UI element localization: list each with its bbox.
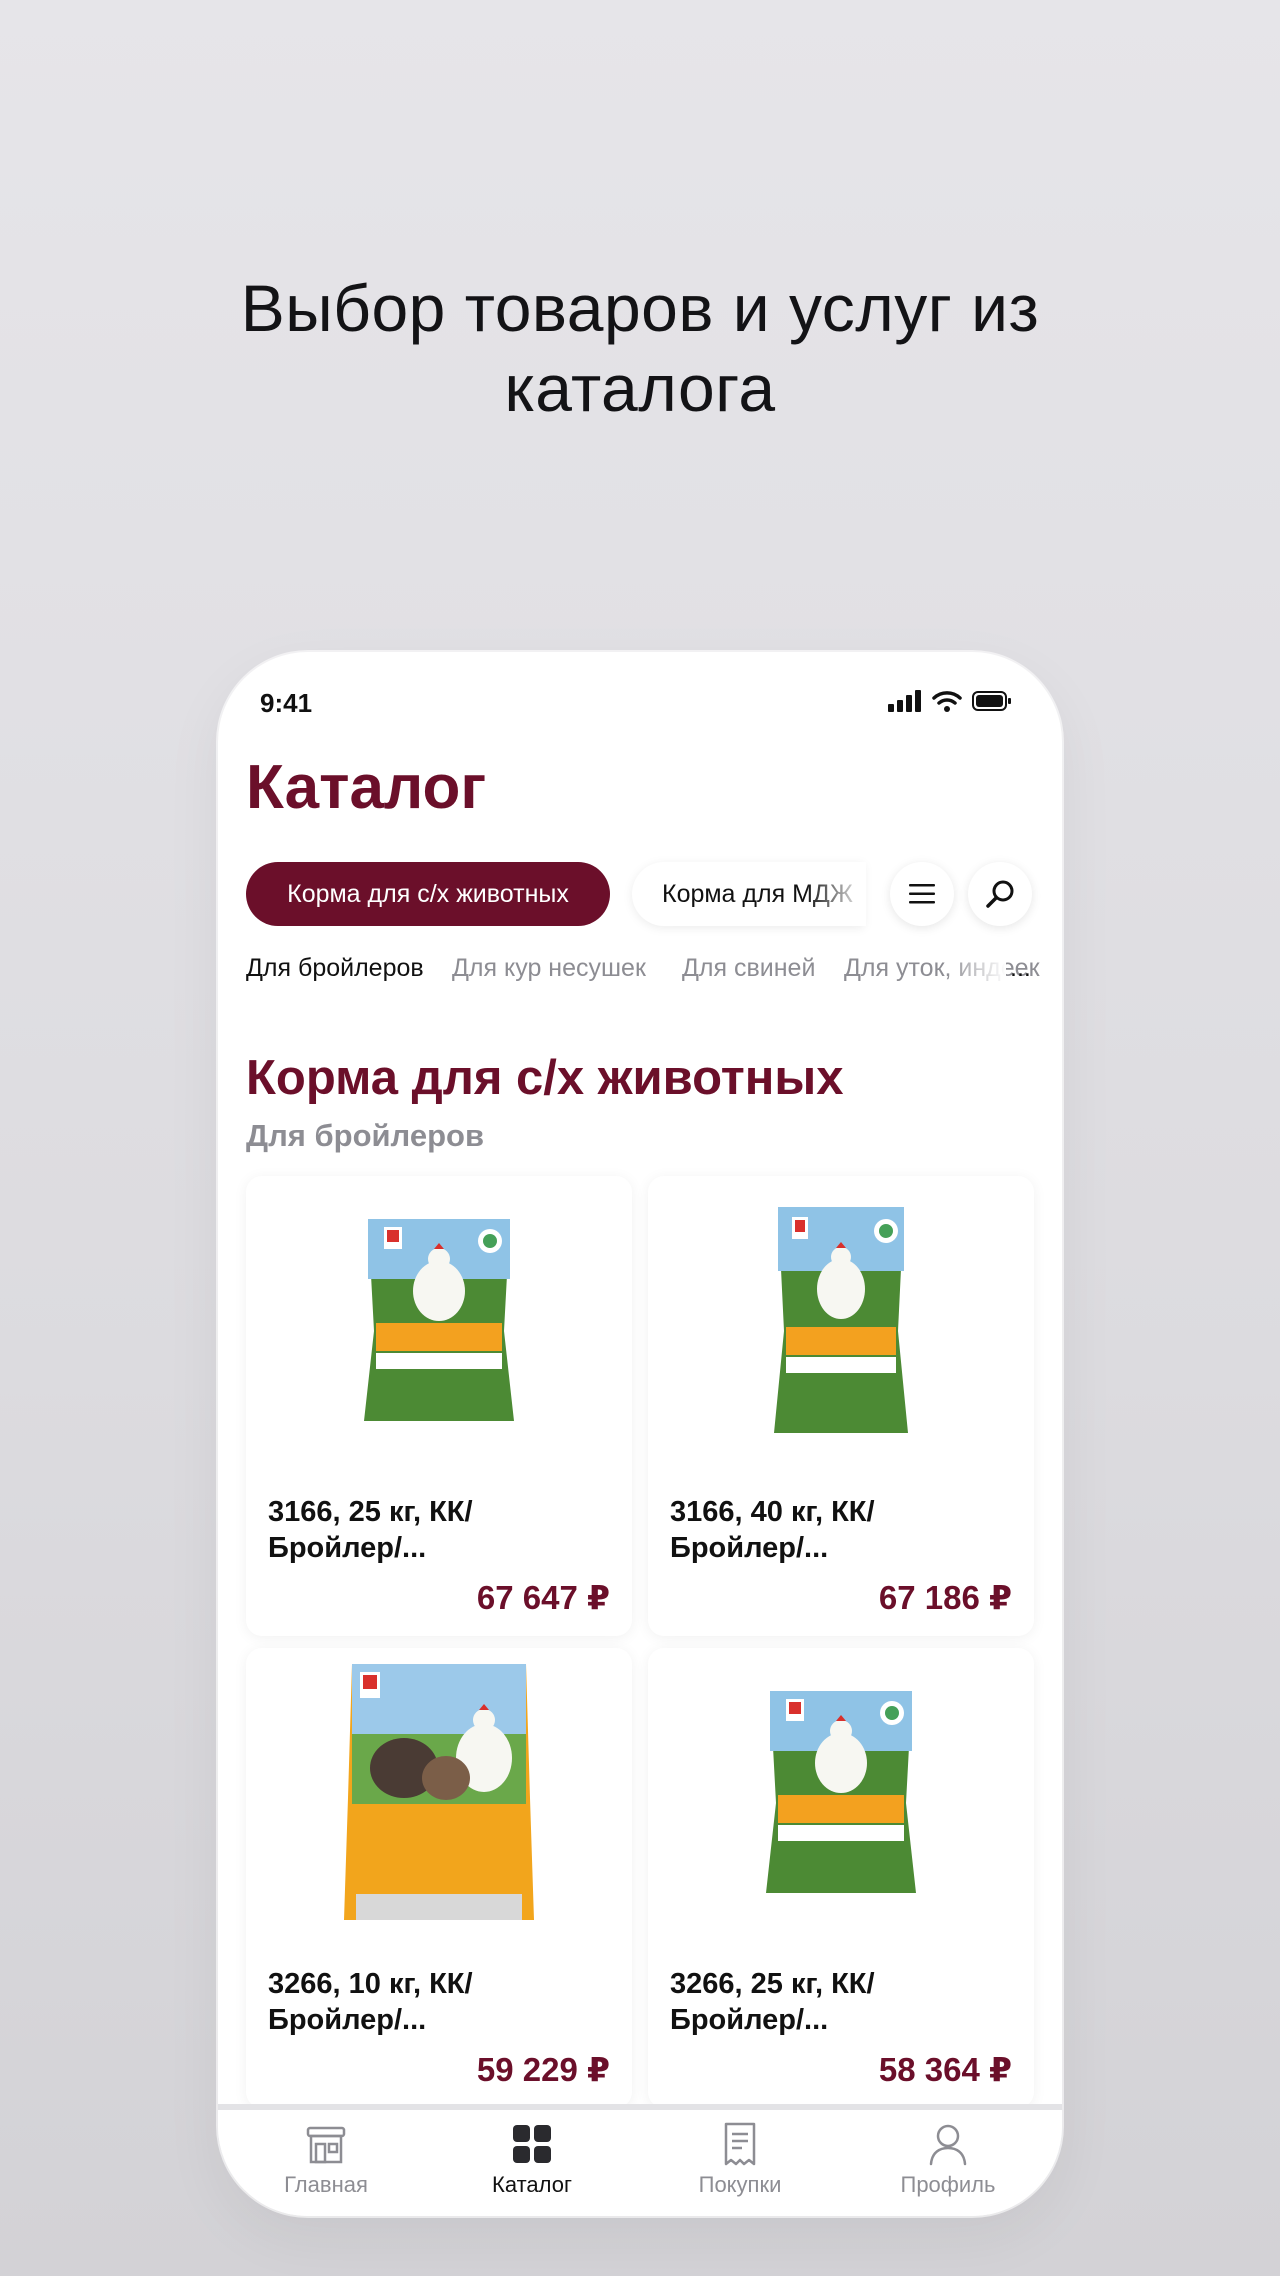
product-price: 67 647 ₽ — [476, 1579, 610, 1616]
promo-line-1: Выбор товаров и услуг из — [240, 271, 1040, 345]
store-icon — [306, 2126, 346, 2164]
subcategory-tabs: Для бройлеров Для кур несушек Для свиней… — [246, 954, 1040, 990]
product-card[interactable]: 3266, 25 кг, КК/ Бройлер/... 58 364 ₽ — [648, 1648, 1034, 2108]
tab-label: Главная — [284, 2172, 368, 2197]
subcat-broilers[interactable]: Для бройлеров — [246, 954, 424, 983]
tab-catalog[interactable]: Каталог — [452, 2120, 612, 2198]
section-title: Корма для с/х животных — [246, 1051, 844, 1105]
product-name: 3266, 10 кг, КК/ Бройлер/... — [268, 1968, 473, 2036]
phone-screen: 9:41 Каталог Корма для с/х животных Корм… — [218, 652, 1062, 2216]
subcat-fade — [946, 954, 1006, 990]
status-time: 9:41 — [260, 688, 313, 718]
product-image — [648, 1648, 1034, 1938]
product-name: 3166, 25 кг, КК/ Бройлер/... — [268, 1496, 473, 1564]
product-price: 67 186 ₽ — [878, 1579, 1012, 1616]
product-name: 3166, 40 кг, КК/ Бройлер/... — [670, 1496, 875, 1564]
subcat-laying-hens[interactable]: Для кур несушек — [452, 954, 646, 983]
tab-label: Профиль — [900, 2172, 996, 2197]
search-icon — [986, 880, 1014, 908]
product-image — [648, 1176, 1034, 1466]
tab-label: Каталог — [492, 2172, 572, 2197]
status-icons — [888, 690, 1012, 712]
promo-heading: Выбор товаров и услуг из каталога — [0, 268, 1280, 428]
search-button[interactable] — [968, 862, 1032, 926]
product-image — [246, 1648, 632, 1938]
grid-icon — [513, 2125, 551, 2163]
product-card[interactable]: 3166, 40 кг, КК/ Бройлер/... 67 186 ₽ — [648, 1176, 1034, 1636]
chip-fade — [806, 862, 866, 926]
tab-purchases[interactable]: Покупки — [660, 2120, 820, 2198]
product-name: 3266, 25 кг, КК/ Бройлер/... — [670, 1968, 875, 2036]
product-price: 59 229 ₽ — [476, 2051, 610, 2088]
product-price: 58 364 ₽ — [878, 2051, 1012, 2088]
promo-line-2: каталога — [504, 351, 776, 425]
tab-home[interactable]: Главная — [246, 2120, 406, 2198]
chip-farm-animal-feed[interactable]: Корма для с/х животных — [246, 862, 610, 926]
signal-icon — [888, 690, 921, 712]
bottom-tab-bar: Главная Каталог Покупки Профиль — [218, 2104, 1062, 2216]
category-chips: Корма для с/х животных Корма для МДЖ — [246, 862, 1036, 928]
section-subtitle: Для бройлеров — [246, 1118, 485, 1153]
product-card[interactable]: 3166, 25 кг, КК/ Бройлер/... 67 647 ₽ — [246, 1176, 632, 1636]
receipt-icon — [724, 2122, 756, 2166]
wifi-icon — [932, 691, 962, 712]
subcat-pigs[interactable]: Для свиней — [682, 954, 815, 983]
menu-icon — [909, 884, 935, 904]
tab-label: Покупки — [698, 2172, 782, 2197]
user-icon — [929, 2124, 967, 2166]
more-subcategories-button[interactable]: ... — [1010, 954, 1031, 983]
battery-icon — [972, 691, 1011, 711]
product-card[interactable]: 3266, 10 кг, КК/ Бройлер/... 59 229 ₽ — [246, 1648, 632, 2108]
product-image — [246, 1176, 632, 1466]
tab-profile[interactable]: Профиль — [868, 2120, 1028, 2198]
page-title: Каталог — [246, 753, 487, 822]
menu-button[interactable] — [890, 862, 954, 926]
